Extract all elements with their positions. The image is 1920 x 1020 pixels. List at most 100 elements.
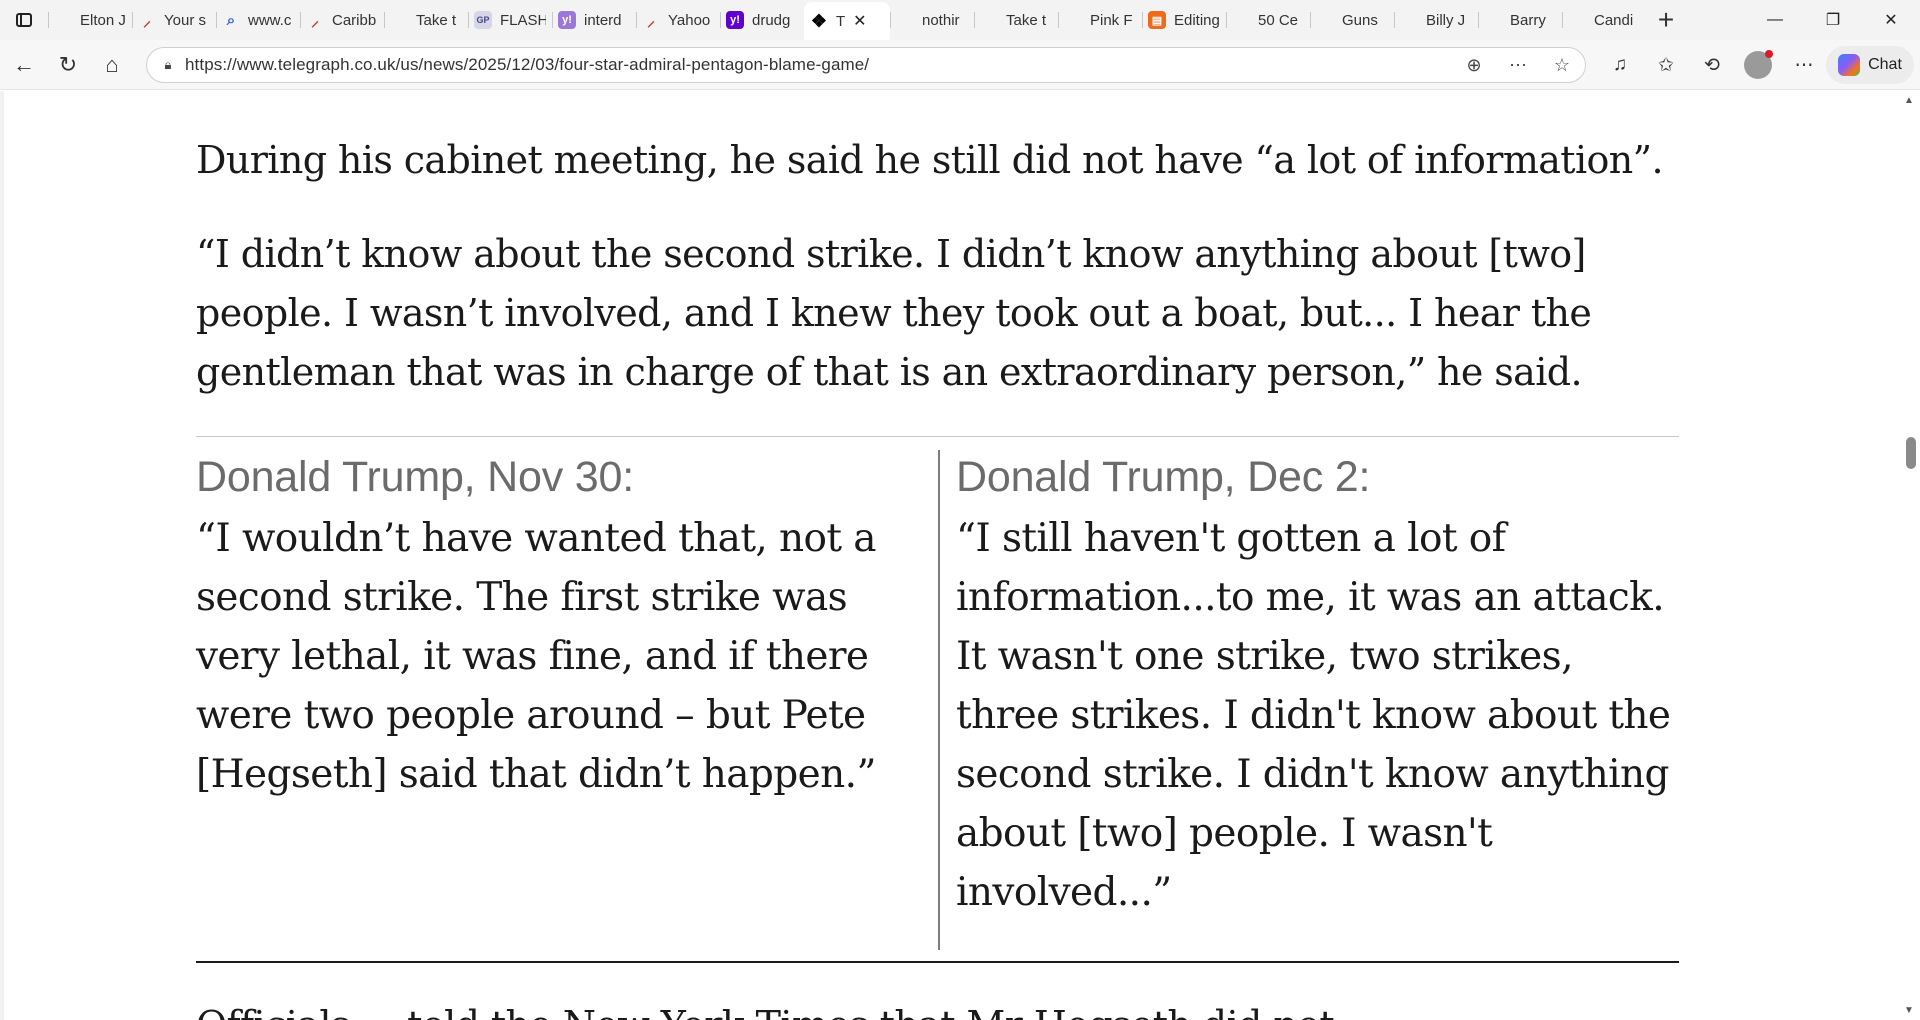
url-text[interactable]: https://www.telegraph.co.uk/us/news/2025…	[185, 55, 869, 75]
sidebar-toggle-icon[interactable]	[0, 0, 48, 40]
zoom-icon[interactable]: ⊕	[1461, 52, 1487, 78]
lock-icon[interactable]: 🔒︎	[161, 57, 175, 72]
comparison-top-divider	[196, 436, 1679, 437]
edit-icon: ▤	[1148, 11, 1166, 29]
youtube-faded-icon	[1316, 11, 1334, 29]
browser-tab[interactable]: Billy J	[1394, 4, 1478, 36]
more-actions-icon[interactable]: ⋯	[1505, 52, 1531, 78]
favorite-star-icon[interactable]: ☆	[1549, 52, 1575, 78]
article-paragraph-quote: “I didn’t know about the second strike. …	[196, 232, 1592, 394]
browser-tab[interactable]: Candi	[1562, 4, 1646, 36]
quote-column-right: Donald Trump, Dec 2: “I still haven't go…	[956, 448, 1679, 922]
browser-tab[interactable]: ⸝ Yahoo	[636, 4, 720, 36]
tab-label: Elton J	[80, 11, 126, 29]
home-button[interactable]: ⌂	[90, 43, 134, 87]
chat-label: Chat	[1868, 56, 1902, 73]
tab-strip: Elton J ⸝ Your s ⌕ www.c ⸝ Caribb Take t GP FLASH…	[0, 0, 1920, 40]
tab-label: Editing	[1174, 11, 1220, 29]
tab-label: Take t	[416, 11, 457, 29]
browser-tab[interactable]: Take t	[974, 4, 1058, 36]
telegraph-icon: ❖	[810, 10, 828, 31]
quote-column-left: Donald Trump, Nov 30: “I wouldn’t have w…	[196, 448, 906, 804]
page-scrollbar[interactable]: ▲ ▼	[1900, 91, 1920, 1020]
tab-label: 50 Ce	[1258, 11, 1299, 29]
tab-label: drudg	[752, 11, 791, 29]
browser-tab[interactable]: ⸝ Your s	[132, 4, 216, 36]
quote-text: “I wouldn’t have wanted that, not a seco…	[196, 516, 877, 797]
browser-tab[interactable]: 50 Ce	[1226, 4, 1310, 36]
tab-label: Billy J	[1426, 11, 1466, 29]
profile-avatar[interactable]	[1738, 45, 1778, 85]
address-bar[interactable]: 🔒︎ https://www.telegraph.co.uk/us/news/2…	[146, 47, 1586, 83]
tab-label: www.c	[248, 11, 292, 29]
tab-label: Guns	[1342, 11, 1378, 29]
tab-label: Your s	[164, 11, 206, 29]
close-window-button[interactable]: ✕	[1862, 0, 1920, 40]
window-controls: — ❐ ✕	[1746, 0, 1920, 40]
close-tab-icon[interactable]: ✕	[853, 11, 866, 31]
tab-label: interd	[584, 11, 622, 29]
browser-tab[interactable]: GP FLASH	[468, 4, 552, 36]
browser-toolbar: ← ↻ ⌂ 🔒︎ https://www.telegraph.co.uk/us/…	[0, 40, 1920, 90]
feather-icon: ⸝	[646, 13, 655, 30]
media-control-icon[interactable]: ♫	[1600, 45, 1640, 85]
favorites-icon[interactable]: ✩	[1646, 45, 1686, 85]
column-divider	[938, 450, 940, 950]
youtube-faded-icon	[390, 11, 408, 29]
scroll-thumb[interactable]	[1906, 437, 1916, 469]
minimize-button[interactable]: —	[1746, 0, 1804, 40]
gp-icon: GP	[474, 11, 492, 29]
history-icon[interactable]: ⟲	[1692, 45, 1732, 85]
browser-tab[interactable]: ⌕ www.c	[216, 4, 300, 36]
feather-icon: ⸝	[142, 13, 151, 30]
browser-tab[interactable]: ⸝ Caribb	[300, 4, 384, 36]
feather-icon: ⸝	[310, 13, 319, 30]
back-button[interactable]: ←	[2, 43, 46, 87]
browser-tab[interactable]: Elton J	[48, 4, 132, 36]
browser-tab[interactable]: nothir	[890, 4, 974, 36]
quote-heading: Donald Trump, Nov 30:	[196, 453, 634, 501]
tab-list: Elton J ⸝ Your s ⌕ www.c ⸝ Caribb Take t GP FLASH…	[48, 0, 1646, 40]
restore-button[interactable]: ❐	[1804, 0, 1862, 40]
browser-tab[interactable]: y! interd	[552, 4, 636, 36]
browser-tab[interactable]: ❖ T ✕	[804, 2, 890, 40]
tab-label: Candi	[1594, 11, 1634, 29]
yahoo-icon: y!	[726, 11, 744, 29]
youtube-icon	[896, 11, 914, 29]
browser-tab[interactable]: Guns	[1310, 4, 1394, 36]
tab-label: Caribb	[332, 11, 377, 29]
browser-tab[interactable]: Barry	[1478, 4, 1562, 36]
browser-tab[interactable]: Pink F	[1058, 4, 1142, 36]
settings-menu-icon[interactable]: ⋯	[1784, 45, 1824, 85]
refresh-button[interactable]: ↻	[46, 43, 90, 87]
tab-label: Yahoo	[668, 11, 711, 29]
page-content: During his cabinet meeting, he said he s…	[0, 91, 1920, 1020]
youtube-faded-icon	[1400, 11, 1418, 29]
new-tab-button[interactable]: +	[1646, 0, 1686, 40]
article-paragraph: During his cabinet meeting, he said he s…	[196, 138, 1664, 182]
browser-tab[interactable]: y! drudg	[720, 4, 804, 36]
browser-tab[interactable]: Take t	[384, 4, 468, 36]
tab-label: Take t	[1006, 11, 1047, 29]
scroll-down-arrow-icon[interactable]: ▼	[1904, 1005, 1914, 1016]
quote-text: “I still haven't gotten a lot of informa…	[956, 516, 1671, 915]
youtube-faded-icon	[54, 11, 72, 29]
youtube-icon	[980, 11, 998, 29]
search-icon: ⌕	[226, 11, 236, 29]
quote-heading: Donald Trump, Dec 2:	[956, 453, 1371, 501]
youtube-icon	[1064, 11, 1082, 29]
tab-label: Barry	[1510, 11, 1546, 29]
comparison-bottom-divider	[196, 961, 1679, 963]
yahoo-faded-icon: y!	[558, 11, 576, 29]
tab-label: nothir	[922, 11, 960, 29]
browser-tab[interactable]: ▤ Editing	[1142, 4, 1226, 36]
right-toolbar: ♫ ✩ ⟲ ⋯	[1600, 40, 1824, 90]
tab-label: FLASH	[500, 11, 546, 29]
article-paragraph-cutoff: Officials ... told the New York Times th…	[196, 996, 1381, 1020]
copilot-chat-button[interactable]: Chat	[1826, 46, 1914, 84]
youtube-icon	[1232, 11, 1250, 29]
youtube-faded-icon	[1484, 11, 1502, 29]
tab-label: T	[836, 12, 846, 30]
tab-label: Pink F	[1090, 11, 1133, 29]
scroll-up-arrow-icon[interactable]: ▲	[1904, 95, 1914, 106]
